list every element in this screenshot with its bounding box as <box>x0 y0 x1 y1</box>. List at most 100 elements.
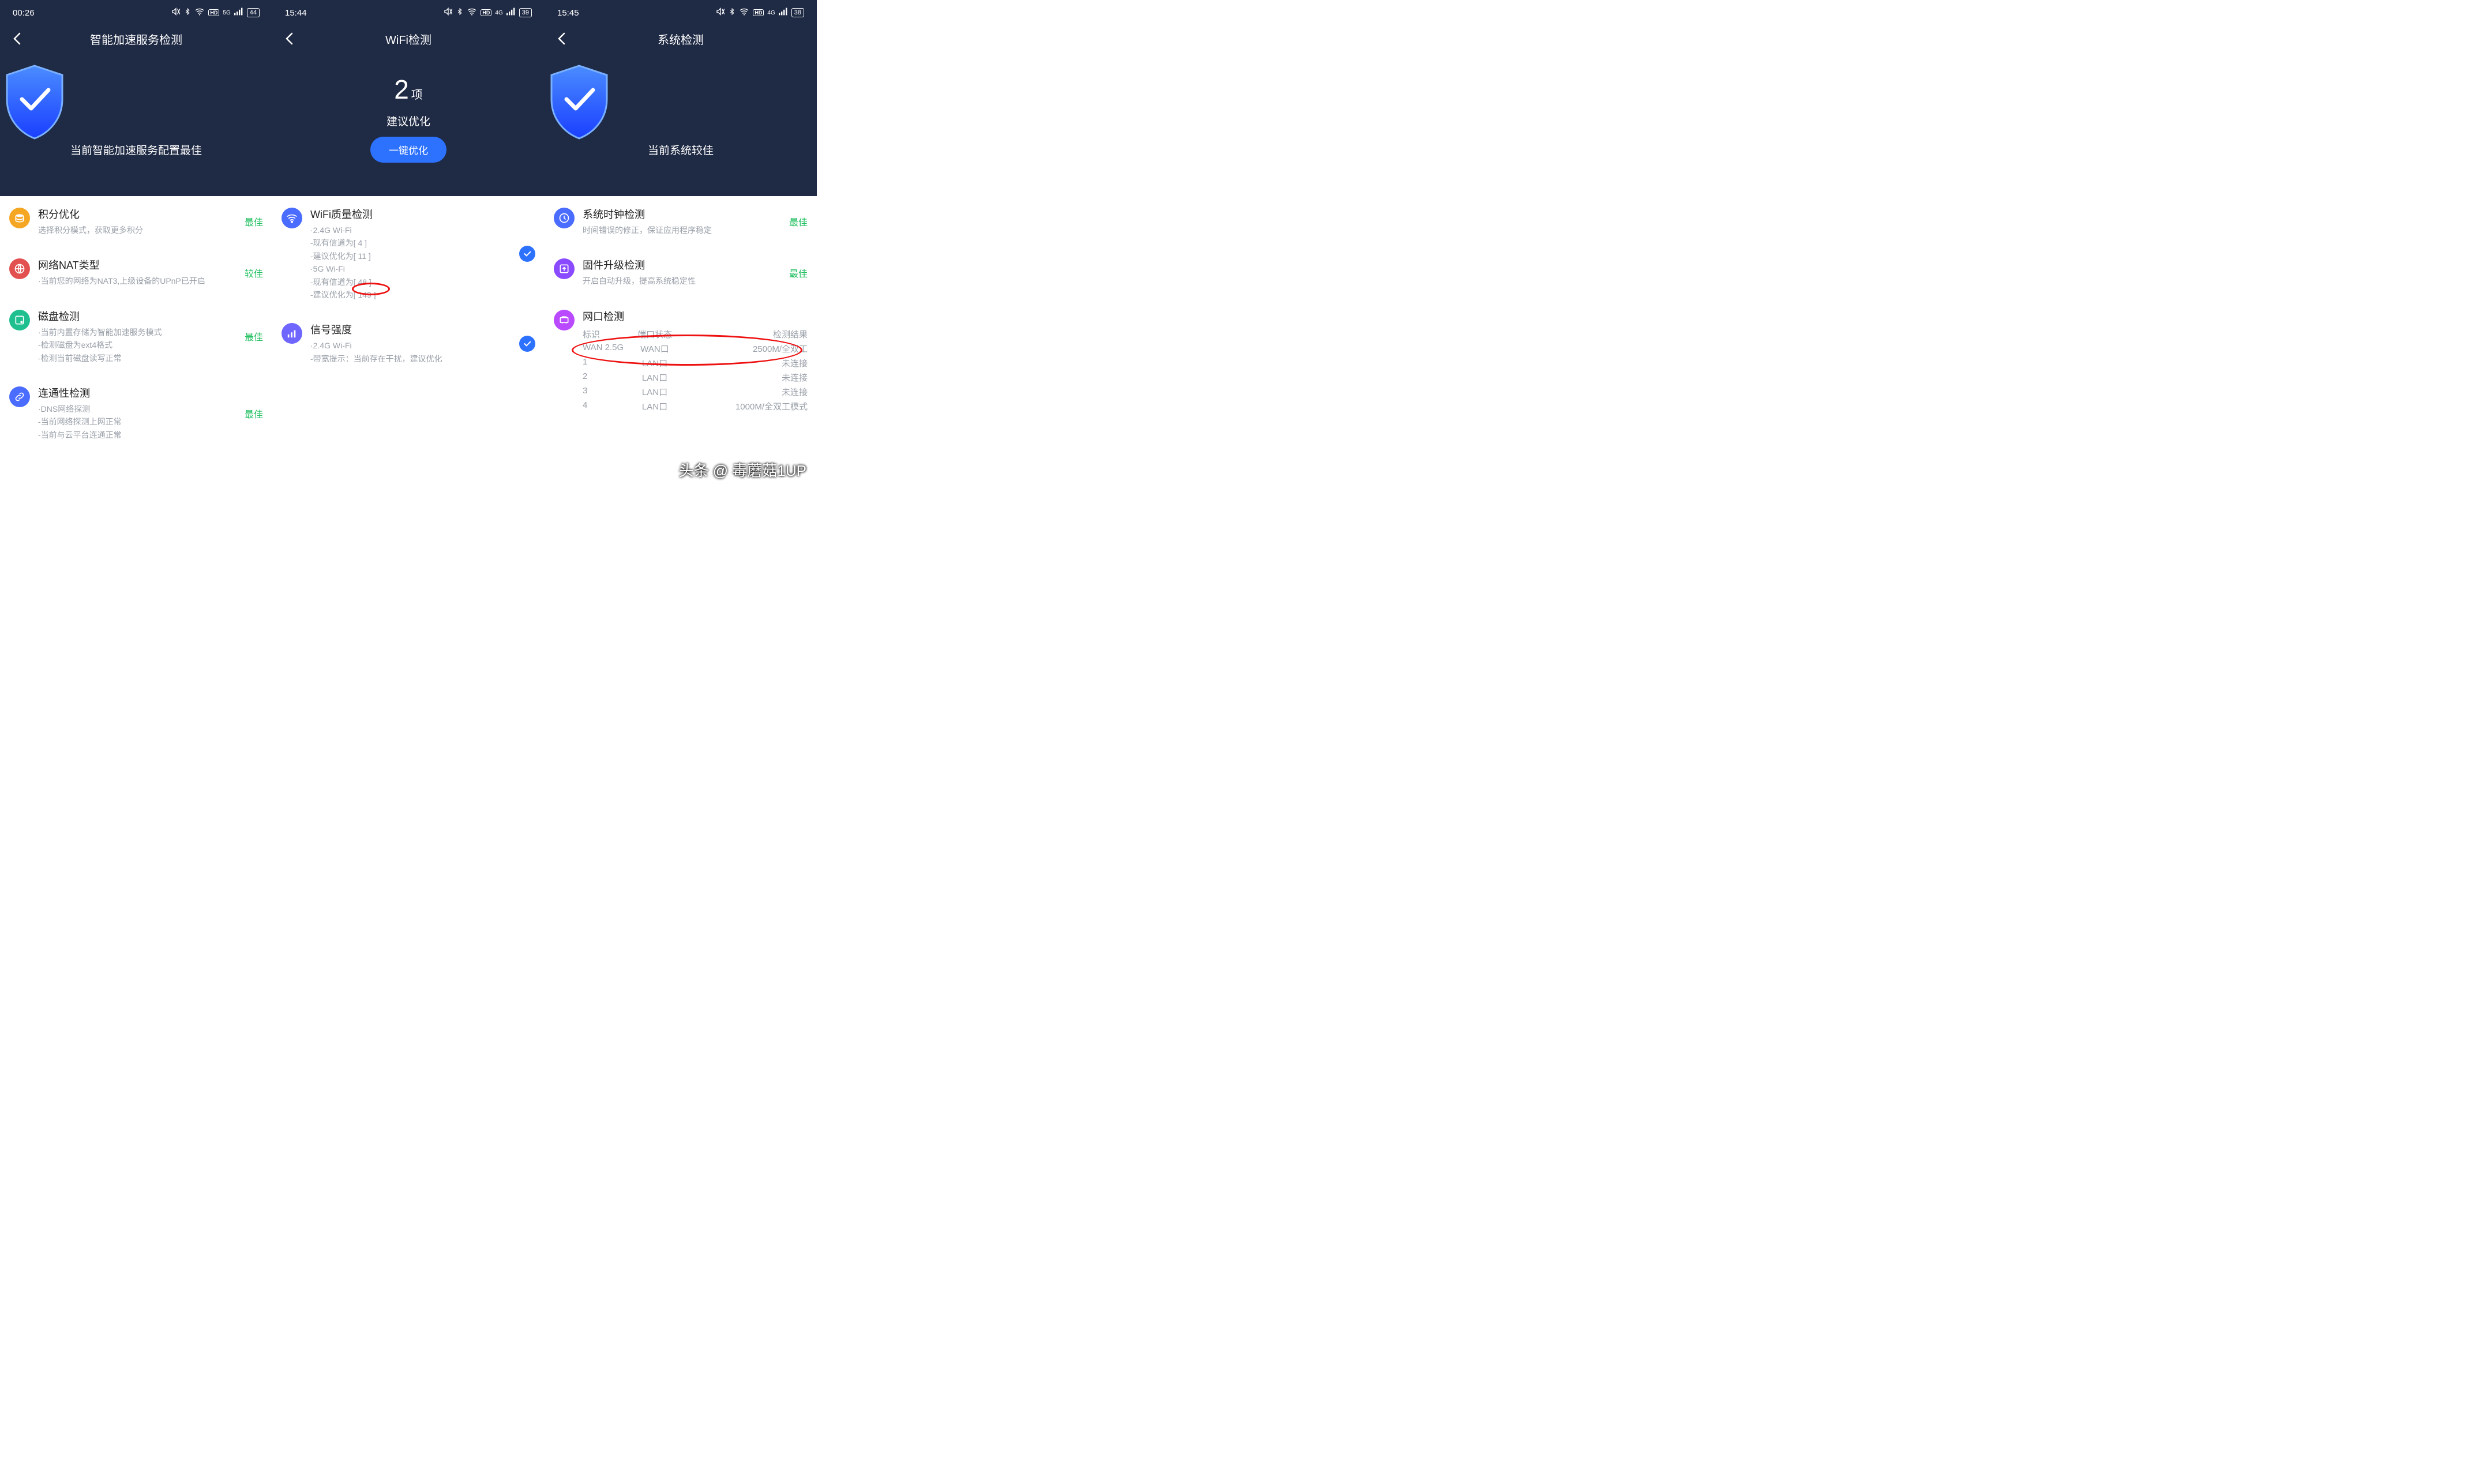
shield-icon <box>0 61 69 142</box>
list-item-signal[interactable]: 信号强度 ·2.4G Wi-Fi -带宽提示：当前存在干扰，建议优化 <box>272 311 545 375</box>
stack-icon <box>9 208 30 228</box>
optimize-button[interactable]: 一键优化 <box>370 137 446 163</box>
status-time: 15:44 <box>285 8 307 18</box>
list-item-disk[interactable]: 磁盘检测 ·当前内置存储为智能加速服务模式 -检测磁盘为ext4格式 -检测当前… <box>0 298 272 375</box>
net-label: 4G <box>495 10 502 16</box>
net-label: 4G <box>767 10 775 16</box>
status-badge: 较佳 <box>245 266 263 280</box>
mute-icon <box>444 7 453 18</box>
header: 15:44 HD 4G 39 WiFi检测 2项 建议优化 一键优化 <box>272 0 545 196</box>
mute-icon <box>716 7 725 18</box>
header-hero: 当前智能加速服务配置最佳 <box>0 57 272 157</box>
bluetooth-icon <box>456 7 463 18</box>
clock-icon <box>554 208 575 228</box>
port-cell: 1000M/全双工模式 <box>681 400 808 412</box>
item-sub: ·2.4G Wi-Fi -带宽提示：当前存在干扰，建议优化 <box>310 339 515 365</box>
battery-indicator: 44 <box>247 8 260 17</box>
port-cell: 1 <box>583 357 629 369</box>
port-cell: 4 <box>583 400 629 412</box>
port-header-cell: 标识 <box>583 328 629 340</box>
item-sub: 开启自动升级，提高系统稳定性 <box>583 275 785 287</box>
port-header-cell: 检测结果 <box>681 328 808 340</box>
bluetooth-icon <box>729 7 735 18</box>
item-title: 积分优化 <box>38 206 240 221</box>
status-badge: 最佳 <box>245 407 263 420</box>
back-button[interactable] <box>6 28 28 50</box>
hd-icon: HD <box>753 9 764 16</box>
status-bar: 00:26 HD 5G 44 <box>0 0 272 21</box>
port-cell: 2500M/全双工 <box>681 343 808 355</box>
wifi-icon <box>194 7 205 18</box>
header: 00:26 HD 5G 44 <box>0 0 272 196</box>
wifi-icon <box>282 208 302 228</box>
item-title: 系统时钟检测 <box>583 206 785 221</box>
signal-icon <box>282 323 302 344</box>
mute-icon <box>171 7 181 18</box>
list-item-nat[interactable]: 网络NAT类型 ·当前您的网络为NAT3,上级设备的UPnP已开启 较佳 <box>0 247 272 298</box>
item-title: 信号强度 <box>310 322 515 337</box>
item-sub: ·当前内置存储为智能加速服务模式 -检测磁盘为ext4格式 -检测当前磁盘读写正… <box>38 326 240 365</box>
status-icons: HD 4G 38 <box>716 7 804 18</box>
item-sub: 选择积分模式，获取更多积分 <box>38 224 240 236</box>
status-time: 15:45 <box>557 8 579 18</box>
port-cell: LAN口 <box>629 357 681 369</box>
hd-icon: HD <box>481 9 491 16</box>
status-bar: 15:44 HD 4G 39 <box>272 0 545 21</box>
status-badge: 最佳 <box>245 215 263 228</box>
header: 15:45 HD 4G 38 系统检测 <box>545 0 817 196</box>
back-button[interactable] <box>278 28 300 50</box>
screen-wifi: 15:44 HD 4G 39 WiFi检测 2项 建议优化 一键优化 <box>272 0 545 486</box>
status-icons: HD 4G 39 <box>444 7 532 18</box>
check-icon <box>519 336 535 352</box>
item-sub: ·2.4G Wi-Fi -现有信道为[ 4 ] -建议优化为[ 11 ] ·5G… <box>310 224 515 301</box>
header-hero: 当前系统较佳 <box>545 57 817 157</box>
item-title: 网口检测 <box>583 309 808 324</box>
battery-indicator: 38 <box>791 8 804 17</box>
page-title: 系统检测 <box>545 31 817 47</box>
nav-bar: 系统检测 <box>545 21 817 57</box>
port-cell: WAN 2.5G <box>583 343 629 355</box>
status-bar: 15:45 HD 4G 38 <box>545 0 817 21</box>
list-item-points[interactable]: 积分优化 选择积分模式，获取更多积分 最佳 <box>0 196 272 247</box>
status-badge: 最佳 <box>789 266 808 280</box>
item-title: 连通性检测 <box>38 385 240 400</box>
port-cell: 3 <box>583 386 629 398</box>
header-subtitle: 当前智能加速服务配置最佳 <box>0 142 272 157</box>
back-button[interactable] <box>550 28 572 50</box>
check-icon <box>519 246 535 262</box>
item-title: 固件升级检测 <box>583 257 785 272</box>
nav-bar: WiFi检测 <box>272 21 545 57</box>
list-item-port[interactable]: 网口检测 标识端口状态检测结果WAN 2.5GWAN口2500M/全双工1LAN… <box>545 298 817 424</box>
header-hero: 2项 建议优化 一键优化 <box>272 57 545 163</box>
disk-icon <box>9 310 30 330</box>
port-cell: LAN口 <box>629 386 681 398</box>
list-item-connectivity[interactable]: 连通性检测 ·DNS网络探测 -当前网络探测上网正常 -当前与云平台连通正常 最… <box>0 375 272 452</box>
net-label: 5G <box>223 10 230 16</box>
nav-bar: 智能加速服务检测 <box>0 21 272 57</box>
items-list: WiFi质量检测 ·2.4G Wi-Fi -现有信道为[ 4 ] -建议优化为[… <box>272 196 545 375</box>
list-item-firmware[interactable]: 固件升级检测 开启自动升级，提高系统稳定性 最佳 <box>545 247 817 298</box>
signal-icon <box>779 7 788 18</box>
port-cell: LAN口 <box>629 371 681 384</box>
signal-icon <box>234 7 243 18</box>
port-cell: 未连接 <box>681 357 808 369</box>
issue-unit: 项 <box>411 89 423 102</box>
item-sub: 时间错误的修正，保证应用程序稳定 <box>583 224 785 236</box>
item-title: 磁盘检测 <box>38 309 240 324</box>
list-item-clock[interactable]: 系统时钟检测 时间错误的修正，保证应用程序稳定 最佳 <box>545 196 817 247</box>
bluetooth-icon <box>184 7 191 18</box>
port-header-cell: 端口状态 <box>629 328 681 340</box>
status-icons: HD 5G 44 <box>171 7 260 18</box>
hd-icon: HD <box>208 9 219 16</box>
upgrade-icon <box>554 258 575 279</box>
screen-acceleration: 00:26 HD 5G 44 <box>0 0 272 486</box>
wifi-icon <box>467 7 477 18</box>
port-cell: 2 <box>583 371 629 384</box>
item-title: 网络NAT类型 <box>38 257 240 272</box>
list-item-wifi-quality[interactable]: WiFi质量检测 ·2.4G Wi-Fi -现有信道为[ 4 ] -建议优化为[… <box>272 196 545 311</box>
header-subtitle: 当前系统较佳 <box>545 142 817 157</box>
page-title: 智能加速服务检测 <box>0 31 272 47</box>
port-cell: WAN口 <box>629 343 681 355</box>
status-badge: 最佳 <box>245 329 263 343</box>
link-icon <box>9 386 30 407</box>
